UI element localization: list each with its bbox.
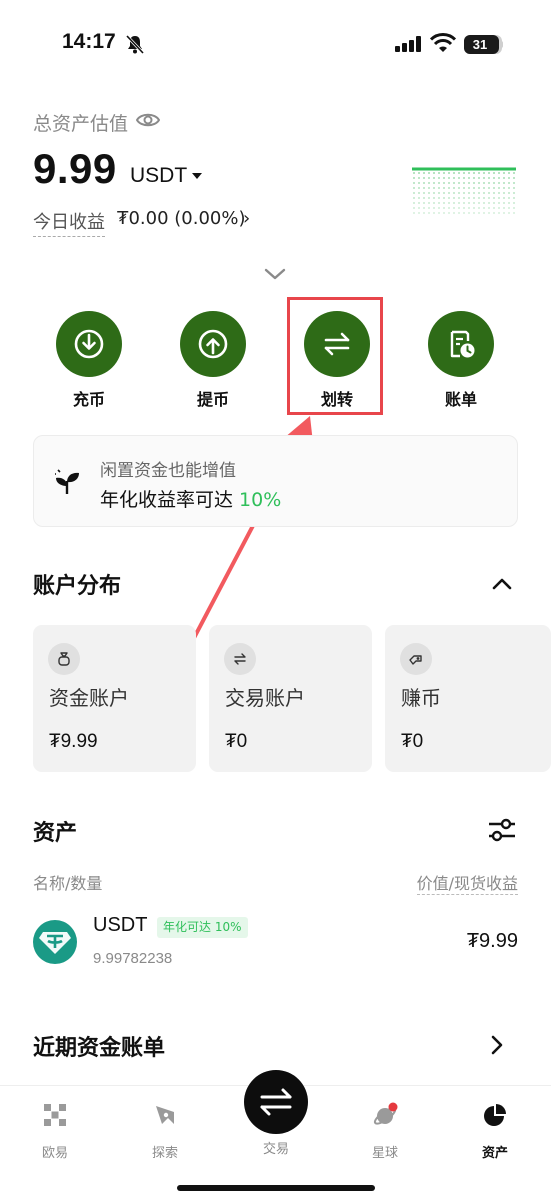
planet-icon (373, 1102, 398, 1125)
promo-rate: 10% (239, 489, 282, 511)
bill-button[interactable]: 账单 (421, 311, 501, 410)
nav-trade-label[interactable]: 交易 (240, 1138, 312, 1157)
column-value-pnl: 价值/现货收益 (360, 870, 518, 895)
filter-sliders-icon[interactable] (487, 817, 517, 843)
coin-icon (400, 643, 432, 675)
asset-amount: 9.99782238 (93, 950, 173, 967)
battery-indicator: 31 (464, 35, 502, 54)
upload-icon (180, 311, 246, 377)
eye-icon[interactable] (136, 110, 160, 130)
account-value: ₮0 (225, 731, 248, 752)
deposit-label: 充币 (72, 390, 105, 409)
nav-explore[interactable]: 探索 (130, 1102, 200, 1161)
wifi-icon (430, 33, 456, 52)
usdt-logo-icon (33, 920, 77, 964)
signal-icon (395, 36, 421, 52)
battery-nub (500, 41, 503, 48)
recent-bills-title[interactable]: 近期资金账单 (33, 1030, 165, 1062)
account-name: 交易账户 (225, 686, 305, 710)
caret-down-icon[interactable] (192, 173, 202, 179)
download-icon (56, 311, 122, 377)
funding-account-card[interactable]: 资金账户 ₮9.99 (33, 625, 196, 772)
status-time: 14:17 (62, 30, 116, 53)
pie-chart-icon (484, 1104, 506, 1126)
sparkline-chart (412, 167, 516, 214)
trade-button[interactable] (244, 1070, 308, 1134)
withdraw-button[interactable]: 提币 (173, 311, 253, 410)
bottom-navigation: 欧易 探索 交易 星球 资产 (0, 1070, 551, 1200)
chevron-right-icon[interactable]: › (243, 208, 250, 229)
asset-value: ₮9.99 (466, 930, 518, 952)
bill-label: 账单 (444, 390, 477, 409)
promo-text-main: 年化收益率可达 (100, 489, 240, 511)
bell-muted-icon (125, 34, 145, 55)
promo-title: 闲置资金也能增值 (100, 461, 236, 481)
account-value: ₮9.99 (49, 731, 98, 752)
nav-label: 资产 (481, 1146, 508, 1161)
account-name: 赚币 (401, 686, 441, 710)
account-name: 资金账户 (49, 686, 129, 710)
bill-icon (428, 311, 494, 377)
nav-label: 探索 (151, 1146, 178, 1161)
today-pnl-label[interactable]: 今日收益 (33, 208, 105, 237)
promo-text: 年化收益率可达 10% (100, 485, 281, 512)
swap-icon (224, 643, 256, 675)
earn-account-card[interactable]: 赚币 ₮0 (385, 625, 551, 772)
sprout-icon (55, 469, 79, 494)
home-indicator (177, 1185, 375, 1191)
chevron-right-icon[interactable] (488, 1034, 506, 1056)
trade-swap-icon (260, 1088, 292, 1116)
nav-label: 欧易 (41, 1146, 68, 1161)
currency-selector[interactable]: USDT (130, 164, 187, 188)
nav-okx[interactable]: 欧易 (20, 1102, 90, 1161)
nav-planet[interactable]: 星球 (350, 1102, 420, 1161)
nav-assets[interactable]: 资产 (460, 1102, 530, 1161)
chevron-up-icon[interactable] (490, 574, 514, 592)
total-assets-value: 9.99 (33, 145, 117, 192)
compass-icon (156, 1106, 174, 1124)
asset-row-usdt[interactable]: USDT 年化可达 10% 9.99782238 ₮9.99 (0, 905, 551, 985)
column-name-qty: 名称/数量 (33, 874, 103, 893)
total-assets-label: 总资产估值 (33, 113, 129, 135)
bag-icon (48, 643, 80, 675)
highlight-box (287, 297, 383, 415)
today-pnl-value[interactable]: ₮0.00 (0.00%) (117, 208, 245, 229)
column-value-pnl-text: 价值/现货收益 (416, 874, 518, 895)
account-value: ₮0 (401, 731, 424, 752)
okx-logo-icon (44, 1104, 66, 1126)
deposit-button[interactable]: 充币 (49, 311, 129, 410)
assets-section-title: 资产 (33, 821, 78, 846)
apy-badge[interactable]: 年化可达 10% (157, 917, 248, 938)
accounts-section-title: 账户分布 (33, 574, 122, 599)
asset-symbol: USDT (93, 914, 148, 936)
trading-account-card[interactable]: 交易账户 ₮0 (209, 625, 372, 772)
battery-percent: 31 (472, 37, 488, 52)
earn-promo-banner[interactable]: 闲置资金也能增值 年化收益率可达 10% (33, 435, 518, 527)
chevron-down-icon[interactable] (263, 266, 287, 282)
nav-label: 星球 (371, 1146, 398, 1161)
